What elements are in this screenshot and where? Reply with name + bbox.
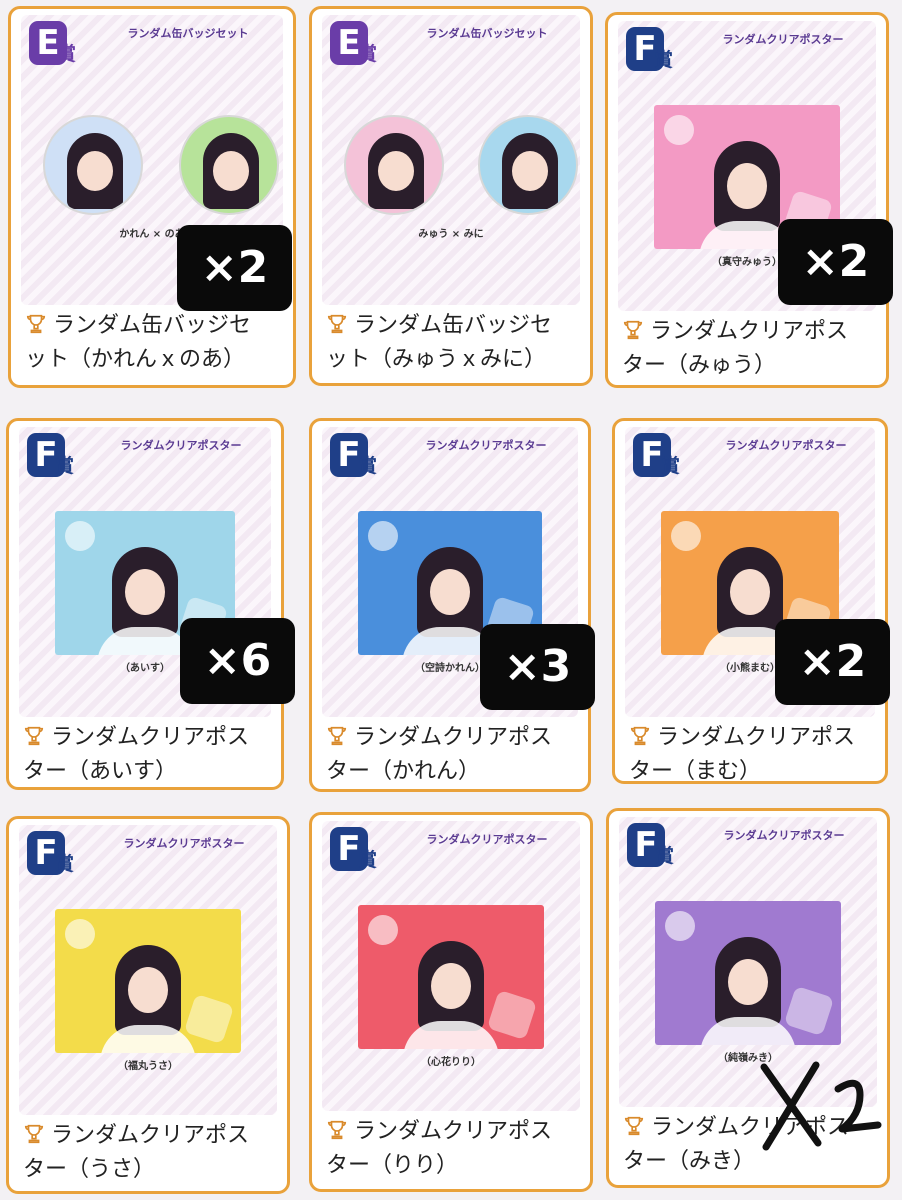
prize-label: E 賞	[29, 21, 99, 71]
trophy-icon	[327, 1120, 347, 1140]
prize-suffix: 賞	[55, 853, 75, 875]
prize-suffix: 賞	[358, 849, 378, 871]
product-subtitle: ランダムクリアポスター	[725, 439, 847, 452]
product-subtitle: ランダムクリアポスター	[426, 833, 548, 846]
can-badge-left	[344, 115, 444, 215]
prize-card-f-myu[interactable]: F 賞 ランダムクリアポスター （真守みゅう） ランダムクリアポス ター（みゅう…	[605, 12, 889, 388]
product-subtitle: ランダム缶バッジセット	[426, 27, 548, 40]
trophy-icon	[630, 726, 650, 746]
prize-label: F 賞	[330, 827, 400, 877]
prize-suffix: 賞	[654, 49, 674, 71]
trophy-icon	[26, 314, 46, 334]
title-line-2: ター（うさ）	[23, 1157, 156, 1182]
prize-label: F 賞	[633, 433, 703, 483]
product-title[interactable]: ランダムクリアポス ター（みゅう）	[622, 315, 874, 383]
quantity-overlay: ×3	[480, 624, 595, 710]
title-line-2: ット（かれんｘのあ）	[25, 347, 246, 372]
prize-card-f-mamu[interactable]: F 賞 ランダムクリアポスター （小熊まむ） ランダムクリアポス ター（まむ）	[612, 418, 888, 784]
title-line-1: ランダムクリアポス	[51, 725, 250, 750]
trophy-icon	[624, 1116, 644, 1136]
product-title[interactable]: ランダムクリアポス ター（うさ）	[23, 1119, 275, 1187]
product-title[interactable]: ランダム缶バッジセ ット（みゅうｘみに）	[326, 309, 578, 377]
trophy-icon	[327, 726, 347, 746]
prize-label: F 賞	[27, 831, 97, 881]
can-badge-right	[179, 115, 279, 215]
prize-label: F 賞	[626, 27, 696, 77]
product-title[interactable]: ランダムクリアポス ター（りり）	[326, 1115, 578, 1183]
product-subtitle: ランダムクリアポスター	[120, 439, 242, 452]
title-line-1: ランダムクリアポス	[354, 1119, 553, 1144]
prize-label: F 賞	[627, 823, 697, 873]
prize-card-f-usa[interactable]: F 賞 ランダムクリアポスター （福丸うさ） ランダムクリアポス ター（うさ）	[6, 816, 290, 1194]
image-caption: （心花りり）	[421, 1057, 481, 1068]
clear-poster-image	[655, 901, 841, 1045]
image-caption: みゅう × みに	[418, 229, 484, 240]
clear-poster-image	[358, 905, 544, 1049]
clear-poster-image	[55, 909, 241, 1053]
can-badge-left	[43, 115, 143, 215]
title-line-1: ランダム缶バッジセ	[53, 313, 252, 338]
quantity-overlay: ×2	[177, 225, 292, 311]
prize-card-e-myu-mini[interactable]: E 賞 ランダム缶バッジセット みゅう × みに ランダム缶バッジセ ット（みゅ…	[309, 6, 593, 386]
prize-label: F 賞	[27, 433, 97, 483]
trophy-icon	[623, 320, 643, 340]
title-line-2: ター（まむ）	[629, 759, 762, 784]
prize-suffix: 賞	[661, 455, 681, 477]
title-line-1: ランダムクリアポス	[650, 319, 849, 344]
product-image: F 賞 ランダムクリアポスター （心花りり）	[322, 821, 580, 1111]
prize-card-e-karen-noa[interactable]: E 賞 ランダム缶バッジセット かれん × のあ ランダム缶バッジセ ット（かれ…	[8, 6, 296, 388]
handwritten-quantity-note: X1	[760, 1061, 882, 1151]
prize-suffix: 賞	[655, 845, 675, 867]
prize-suffix: 賞	[57, 43, 77, 65]
prize-suffix: 賞	[358, 455, 378, 477]
prize-suffix: 賞	[358, 43, 378, 65]
trophy-icon	[327, 314, 347, 334]
can-badge-right	[478, 115, 578, 215]
title-line-2: ター（りり）	[326, 1153, 459, 1178]
prize-card-f-karen[interactable]: F 賞 ランダムクリアポスター （空詩かれん） ランダムクリアポス ター（かれん…	[309, 418, 591, 792]
trophy-icon	[24, 726, 44, 746]
product-image: E 賞 ランダム缶バッジセット みゅう × みに	[322, 15, 580, 305]
quantity-overlay: ×6	[180, 618, 295, 704]
title-line-1: ランダム缶バッジセ	[354, 313, 553, 338]
product-title[interactable]: ランダムクリアポス ター（あいす）	[23, 721, 269, 787]
product-title[interactable]: ランダムクリアポス ター（かれん）	[326, 721, 576, 789]
image-caption: （福丸うさ）	[118, 1061, 178, 1072]
prize-suffix: 賞	[55, 455, 75, 477]
quantity-overlay: ×2	[778, 219, 893, 305]
product-subtitle: ランダム缶バッジセット	[127, 27, 249, 40]
prize-label: E 賞	[330, 21, 400, 71]
product-title[interactable]: ランダム缶バッジセ ット（かれんｘのあ）	[25, 309, 281, 377]
prize-card-f-riri[interactable]: F 賞 ランダムクリアポスター （心花りり） ランダムクリアポス ター（りり）	[309, 812, 593, 1192]
quantity-overlay: ×2	[775, 619, 890, 705]
product-subtitle: ランダムクリアポスター	[123, 837, 245, 850]
title-line-2: ター（かれん）	[326, 759, 481, 784]
product-title[interactable]: ランダムクリアポス ター（まむ）	[629, 721, 873, 784]
trophy-icon	[24, 1124, 44, 1144]
product-subtitle: ランダムクリアポスター	[425, 439, 547, 452]
title-line-2: ター（みき）	[623, 1149, 756, 1174]
title-line-1: ランダムクリアポス	[51, 1123, 250, 1148]
title-line-1: ランダムクリアポス	[657, 725, 856, 750]
product-subtitle: ランダムクリアポスター	[723, 829, 845, 842]
title-line-1: ランダムクリアポス	[354, 725, 553, 750]
title-line-2: ター（あいす）	[23, 759, 178, 784]
product-subtitle: ランダムクリアポスター	[722, 33, 844, 46]
title-line-2: ット（みゅうｘみに）	[326, 347, 547, 372]
title-line-2: ター（みゅう）	[622, 353, 777, 378]
prize-card-f-aisu[interactable]: F 賞 ランダムクリアポスター （あいす） ランダムクリアポス ター（あいす）	[6, 418, 284, 790]
prize-label: F 賞	[330, 433, 400, 483]
product-image: F 賞 ランダムクリアポスター （福丸うさ）	[19, 825, 277, 1115]
